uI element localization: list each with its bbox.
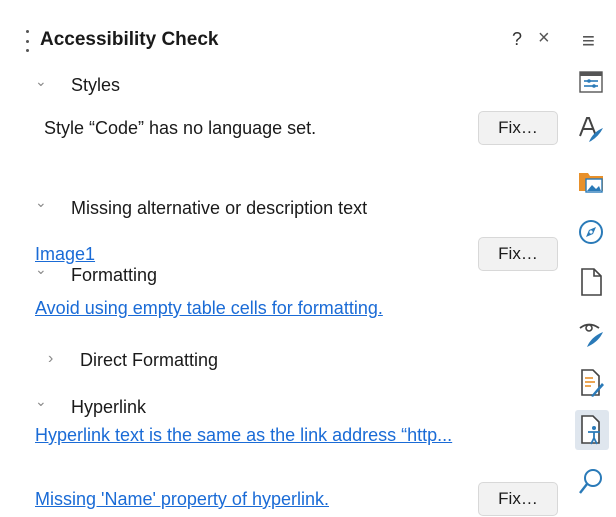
issue-row: Hyperlink text is the same as the link a… (0, 422, 566, 450)
chevron-down-icon[interactable]: ⌄ (35, 261, 47, 278)
category-direct-formatting[interactable]: › Direct Formatting (0, 350, 566, 378)
chevron-down-icon[interactable]: ⌄ (35, 73, 47, 90)
manage-changes-icon[interactable] (575, 367, 607, 399)
drag-handle-icon[interactable] (24, 30, 30, 52)
category-missing-alt-text[interactable]: ⌄ Missing alternative or description tex… (0, 194, 566, 226)
category-label: Formatting (71, 265, 158, 285)
issue-link-hyperlink-same[interactable]: Hyperlink text is the same as the link a… (35, 425, 452, 446)
issue-row: Style “Code” has no language set. Fix… (0, 110, 566, 146)
properties-icon[interactable] (575, 66, 607, 98)
issue-row: Avoid using empty table cells for format… (0, 295, 566, 323)
category-formatting[interactable]: ⌄ Formatting (0, 261, 566, 293)
category-label: Hyperlink (71, 397, 147, 417)
issue-text: Style “Code” has no language set. (44, 118, 317, 138)
chevron-down-icon[interactable]: ⌄ (35, 194, 47, 211)
sidebar-menu-icon[interactable]: ≡ (582, 28, 595, 54)
issue-row: Missing 'Name' property of hyperlink. Fi… (0, 480, 566, 516)
category-label: Styles (71, 75, 121, 95)
category-hyperlink[interactable]: ⌄ Hyperlink (0, 393, 566, 425)
category-label: Direct Formatting (80, 350, 219, 370)
styles-icon[interactable] (575, 113, 607, 145)
close-panel-button[interactable]: × (538, 27, 550, 50)
chevron-down-icon[interactable]: ⌄ (35, 393, 47, 410)
fix-button[interactable]: Fix… (478, 482, 558, 516)
chevron-right-icon[interactable]: › (48, 350, 53, 368)
fix-button[interactable]: Fix… (478, 111, 558, 145)
style-inspector-icon[interactable] (575, 318, 607, 350)
gallery-icon[interactable] (575, 165, 607, 197)
navigator-icon[interactable] (575, 216, 607, 248)
accessibility-check-panel: Accessibility Check ? × ⌄ Styles Style “… (0, 0, 566, 517)
accessibility-check-icon[interactable] (575, 410, 609, 450)
find-icon[interactable] (575, 466, 607, 498)
issue-link-empty-cells[interactable]: Avoid using empty table cells for format… (35, 298, 383, 319)
category-styles[interactable]: ⌄ Styles (0, 73, 566, 101)
panel-titlebar: Accessibility Check ? × (0, 22, 566, 62)
category-label: Missing alternative or description text (71, 198, 368, 218)
panel-title: Accessibility Check (40, 29, 219, 50)
help-button[interactable]: ? (512, 29, 522, 50)
sidebar-tabbar: ≡ (566, 0, 616, 517)
issue-link-hyperlink-name[interactable]: Missing 'Name' property of hyperlink. (35, 489, 329, 510)
page-icon[interactable] (575, 266, 607, 298)
